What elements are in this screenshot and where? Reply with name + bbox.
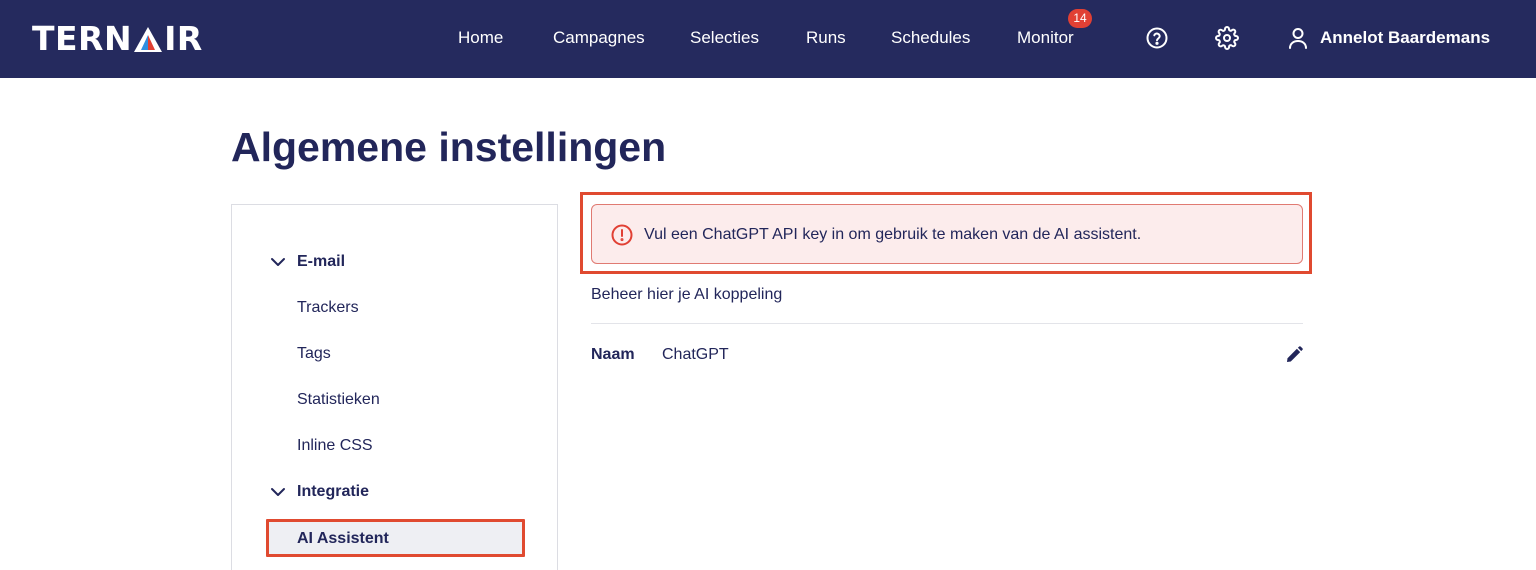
sidebar-item-tags[interactable]: Tags xyxy=(297,343,331,365)
ternair-logo[interactable]: TERN IR xyxy=(32,22,203,56)
alert-circle-icon xyxy=(611,224,633,246)
user-icon xyxy=(1289,28,1307,49)
section-divider xyxy=(591,323,1303,324)
logo-triangle-icon xyxy=(134,26,163,52)
user-name: Annelot Baardemans xyxy=(1320,28,1491,47)
sidebar-item-label: AI Assistent xyxy=(297,530,389,547)
sidebar-item-inline-css[interactable]: Inline CSS xyxy=(297,435,373,457)
help-circle-icon[interactable] xyxy=(1145,26,1169,50)
section-description: Beheer hier je AI koppeling xyxy=(591,286,783,303)
page-title: Algemene instellingen xyxy=(231,124,667,170)
sidebar-item-ai-assistent[interactable]: AI Assistent xyxy=(266,519,525,557)
field-label-naam: Naam xyxy=(591,346,635,363)
sidebar-item-trackers[interactable]: Trackers xyxy=(297,297,359,319)
pencil-icon[interactable] xyxy=(1286,346,1303,363)
user-menu[interactable]: Annelot Baardemans xyxy=(1288,26,1490,50)
nav-campagnes[interactable]: Campagnes xyxy=(553,28,645,48)
alert-message: Vul een ChatGPT API key in om gebruik te… xyxy=(644,226,1142,243)
chevron-down-icon xyxy=(271,258,285,266)
nav-monitor[interactable]: Monitor xyxy=(1017,28,1074,48)
logo-text-right: IR xyxy=(164,19,203,58)
monitor-notification-badge: 14 xyxy=(1068,9,1092,28)
sidebar-group-email[interactable]: E-mail xyxy=(270,250,345,274)
top-navbar: TERN IR Home Campagnes Selecties Runs Sc… xyxy=(0,0,1536,78)
sidebar-group-label: E-mail xyxy=(297,253,346,270)
nav-schedules[interactable]: Schedules xyxy=(891,28,970,48)
gear-icon[interactable] xyxy=(1215,26,1239,50)
logo-text-left: TERN xyxy=(32,19,133,58)
nav-runs[interactable]: Runs xyxy=(806,28,846,48)
chevron-down-icon xyxy=(271,488,285,496)
nav-selecties[interactable]: Selecties xyxy=(690,28,759,48)
field-value-naam: ChatGPT xyxy=(662,346,729,363)
sidebar-group-label: Integratie xyxy=(297,483,370,500)
sidebar-group-integratie[interactable]: Integratie xyxy=(270,480,369,504)
nav-home[interactable]: Home xyxy=(458,28,503,48)
api-key-warning-alert: Vul een ChatGPT API key in om gebruik te… xyxy=(591,204,1303,264)
sidebar-item-statistieken[interactable]: Statistieken xyxy=(297,389,380,411)
